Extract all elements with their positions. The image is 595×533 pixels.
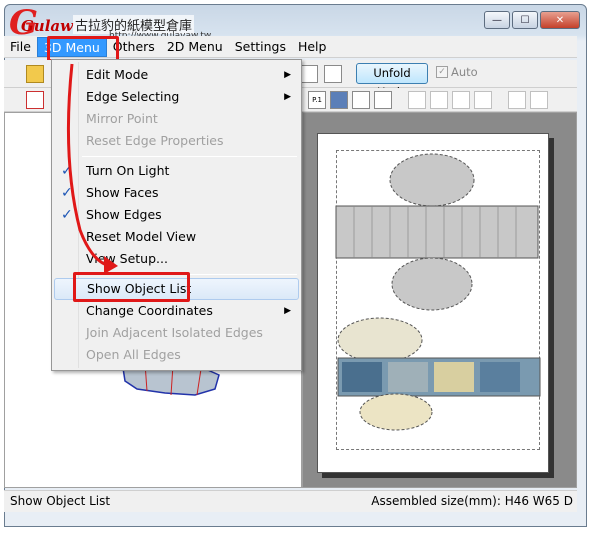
menu-item-label: Reset Model View bbox=[86, 229, 197, 244]
close-button[interactable]: ✕ bbox=[540, 11, 580, 29]
menu-separator bbox=[82, 156, 297, 157]
unfold-undo-button[interactable]: Unfold Undo bbox=[356, 63, 428, 99]
menu-item-label: Reset Edge Properties bbox=[86, 133, 224, 148]
align-center-icon[interactable] bbox=[430, 91, 448, 109]
submenu-arrow-icon: ▶ bbox=[284, 92, 291, 102]
menu-item-join-adjacent-isolated-edges: Join Adjacent Isolated Edges bbox=[54, 322, 299, 344]
status-size: Assembled size(mm): H46 W65 D bbox=[371, 494, 573, 508]
rotate-right-icon[interactable] bbox=[530, 91, 548, 109]
check-icon: ✓ bbox=[61, 163, 73, 179]
menu-item-label: View Setup... bbox=[86, 251, 168, 266]
menu-item-show-faces[interactable]: ✓ Show Faces bbox=[54, 182, 299, 204]
menu-item-label: Open All Edges bbox=[86, 347, 181, 362]
menu-item-label: Mirror Point bbox=[86, 111, 158, 126]
menu-item-label: Show Edges bbox=[86, 207, 162, 222]
menu-item-view-setup[interactable]: View Setup... bbox=[54, 248, 299, 270]
align-top-icon[interactable] bbox=[474, 91, 492, 109]
menu-item-mirror-point: Mirror Point bbox=[54, 108, 299, 130]
open-folder-icon[interactable] bbox=[26, 65, 44, 83]
logo-brand: Gulaw bbox=[21, 17, 74, 35]
menu-item-label: Show Faces bbox=[86, 185, 159, 200]
menu-item-label: Change Coordinates bbox=[86, 303, 213, 318]
menu-item-turn-on-light[interactable]: ✓ Turn On Light bbox=[54, 160, 299, 182]
maximize-button[interactable]: ☐ bbox=[512, 11, 538, 29]
auto-label: Auto bbox=[451, 65, 478, 79]
menu-settings[interactable]: Settings bbox=[229, 37, 292, 57]
menu-item-label: Turn On Light bbox=[86, 163, 170, 178]
unfolded-pattern bbox=[335, 153, 541, 431]
menu-item-reset-edge-properties: Reset Edge Properties bbox=[54, 130, 299, 152]
save-icon[interactable] bbox=[330, 91, 348, 109]
view-split-icon[interactable] bbox=[324, 65, 342, 83]
print-icon[interactable] bbox=[352, 91, 370, 109]
export-icon[interactable] bbox=[374, 91, 392, 109]
menu-item-label: Edge Selecting bbox=[86, 89, 180, 104]
menu-item-reset-model-view[interactable]: Reset Model View bbox=[54, 226, 299, 248]
menu-item-label: Edit Mode bbox=[86, 67, 149, 82]
item-highlight-box bbox=[73, 272, 190, 302]
submenu-arrow-icon: ▶ bbox=[284, 70, 291, 80]
align-left-icon[interactable] bbox=[408, 91, 426, 109]
submenu-arrow-icon: ▶ bbox=[284, 306, 291, 316]
status-bar: Show Object List Assembled size(mm): H46… bbox=[4, 490, 577, 512]
menu-item-change-coordinates[interactable]: Change Coordinates ▶ bbox=[54, 300, 299, 322]
menu-item-edge-selecting[interactable]: Edge Selecting ▶ bbox=[54, 86, 299, 108]
menu-item-edit-mode[interactable]: Edit Mode ▶ bbox=[54, 64, 299, 86]
align-right-icon[interactable] bbox=[452, 91, 470, 109]
menu-item-open-all-edges: Open All Edges bbox=[54, 344, 299, 366]
menu-help[interactable]: Help bbox=[292, 37, 333, 57]
paper-sheet bbox=[317, 133, 549, 473]
view-single-icon[interactable] bbox=[300, 65, 318, 83]
minimize-button[interactable]: — bbox=[484, 11, 510, 29]
menu-file[interactable]: File bbox=[4, 37, 37, 57]
auto-check-icon: ✓ bbox=[436, 66, 448, 78]
status-message: Show Object List bbox=[10, 494, 111, 508]
auto-checkbox[interactable]: ✓ Auto bbox=[436, 65, 478, 79]
3d-menu-dropdown: Edit Mode ▶ Edge Selecting ▶ Mirror Poin… bbox=[51, 59, 302, 371]
2d-view-pane[interactable] bbox=[302, 112, 577, 488]
title-bar: G Gulaw 古拉豹的紙模型倉庫 http://www.gulavaw.tw … bbox=[5, 5, 586, 43]
check-icon: ✓ bbox=[61, 185, 73, 201]
menu-2d[interactable]: 2D Menu bbox=[161, 37, 229, 57]
select-arrow-icon[interactable] bbox=[26, 91, 44, 109]
rotate-left-icon[interactable] bbox=[508, 91, 526, 109]
check-icon: ✓ bbox=[61, 207, 73, 223]
page-icon[interactable]: P.1 bbox=[308, 91, 326, 109]
menu-item-label: Join Adjacent Isolated Edges bbox=[86, 325, 263, 340]
menu-item-show-edges[interactable]: ✓ Show Edges bbox=[54, 204, 299, 226]
